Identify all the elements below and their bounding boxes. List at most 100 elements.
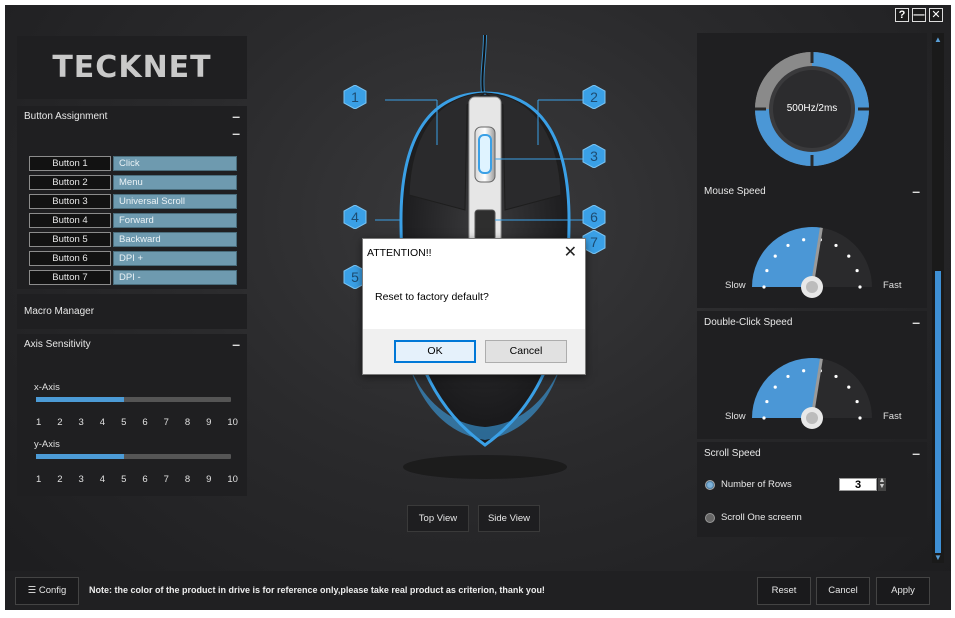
scroll-speed-title: Scroll Speed: [704, 447, 761, 459]
right-scrollbar[interactable]: ▲ ▼: [932, 33, 944, 563]
double-click-speed-header: Double-Click Speed –: [697, 311, 927, 333]
axis-tick-label: 8: [184, 474, 191, 485]
menu-lines-icon: ☰: [27, 585, 37, 596]
dialog-message: Reset to factory default?: [375, 291, 489, 303]
collapse-icon[interactable]: –: [232, 109, 240, 123]
collapse-icon[interactable]: –: [912, 446, 920, 460]
macro-manager-panel[interactable]: Macro Manager: [17, 294, 247, 329]
double-click-slow-label: Slow: [725, 411, 746, 422]
button-assignment-header: Button Assignment –: [17, 106, 247, 126]
axis-tick-label: 4: [99, 474, 106, 485]
double-click-speed-gauge[interactable]: [697, 333, 927, 439]
cancel-button[interactable]: Cancel: [816, 577, 870, 605]
gauge-dot: [773, 385, 777, 389]
button-function-select[interactable]: Universal Scroll: [113, 194, 237, 209]
button-name-label: Button 5: [29, 232, 111, 247]
number-of-rows-radio[interactable]: Number of Rows: [705, 479, 792, 490]
gauge-dot: [855, 399, 859, 404]
button-function-select[interactable]: Backward: [113, 232, 237, 247]
radio-unselected-icon: [705, 512, 715, 523]
axis-tick-label: 1: [36, 474, 42, 485]
polling-rate-panel: 500Hz/2ms: [697, 33, 927, 180]
button-assignment-row: Button 2 Menu: [29, 175, 237, 190]
collapse-icon[interactable]: –: [912, 184, 920, 198]
callout-marker-2[interactable]: 2: [582, 85, 606, 109]
polling-rate-value: 500Hz/2ms: [786, 103, 838, 114]
button-function-select[interactable]: Menu: [113, 175, 237, 190]
axis-tick-label: 4: [99, 417, 106, 428]
scroll-speed-header: Scroll Speed –: [697, 442, 927, 464]
dialog-close-icon[interactable]: ✕: [564, 242, 577, 262]
minimize-button[interactable]: —: [912, 8, 926, 22]
gauge-dot: [762, 285, 766, 289]
mouse-speed-slow-label: Slow: [725, 280, 746, 291]
axis-tick-label: 6: [142, 417, 148, 428]
callout-marker-4[interactable]: 4: [343, 205, 367, 229]
button-assignment-row: Button 7 DPI -: [29, 270, 237, 285]
y-axis-slider[interactable]: [36, 454, 231, 459]
scrollbar-thumb[interactable]: [935, 271, 941, 553]
double-click-speed-panel: Double-Click Speed – Slow Fast: [697, 311, 927, 439]
scroll-up-arrow-icon[interactable]: ▲: [934, 35, 942, 44]
macro-manager-header[interactable]: Macro Manager: [17, 294, 247, 329]
callout-marker-6[interactable]: 6: [582, 205, 606, 229]
button-function-select[interactable]: DPI -: [113, 270, 237, 285]
callout-number: 1: [351, 89, 359, 105]
axis-tick-label: 6: [142, 474, 148, 485]
dialog-title: ATTENTION!!: [367, 247, 432, 259]
apply-button[interactable]: Apply: [876, 577, 930, 605]
axis-tick-label: 1: [36, 417, 42, 428]
axis-tick-label: 10: [227, 417, 238, 428]
y-axis-slider-fill: [36, 454, 124, 459]
gauge-dot: [802, 238, 806, 242]
button-assignment-row: Button 5 Backward: [29, 232, 237, 247]
config-button[interactable]: ☰ Config: [15, 577, 79, 605]
callout-number: 6: [590, 209, 598, 225]
axis-tick-label: 5: [121, 474, 127, 485]
gauge-hub-inner: [806, 412, 818, 424]
callout-marker-1[interactable]: 1: [343, 85, 367, 109]
gauge-dot: [773, 254, 777, 258]
y-axis-ticks: 1 2 3 4 5 6 7 8 9 10: [36, 474, 238, 485]
gauge-dot: [786, 374, 790, 379]
scroll-down-arrow-icon[interactable]: ▼: [934, 553, 942, 562]
top-view-button[interactable]: Top View: [407, 505, 469, 532]
close-window-button[interactable]: ✕: [929, 8, 943, 22]
mouse-speed-fast-label: Fast: [883, 280, 902, 291]
collapse-icon[interactable]: –: [232, 126, 240, 140]
scroll-speed-panel: Scroll Speed – Number of Rows 3 ▲ ▼ Scrol…: [697, 442, 927, 537]
x-axis-label: x-Axis: [34, 382, 60, 393]
callout-number: 3: [590, 148, 598, 164]
gauge-dot: [786, 243, 790, 248]
macro-manager-title: Macro Manager: [24, 306, 95, 317]
callout-marker-3[interactable]: 3: [582, 144, 606, 168]
axis-tick-label: 3: [78, 474, 84, 485]
rows-count-input[interactable]: 3: [839, 478, 877, 491]
button-assignment-title: Button Assignment: [24, 110, 108, 122]
button-function-select[interactable]: Forward: [113, 213, 237, 228]
axis-tick-label: 9: [206, 474, 212, 485]
y-axis-label: y-Axis: [34, 439, 60, 450]
collapse-icon[interactable]: –: [232, 337, 240, 351]
window-controls: ? — ✕: [895, 8, 943, 22]
rows-spinner[interactable]: ▲ ▼: [878, 477, 886, 491]
axis-sensitivity-title: Axis Sensitivity: [24, 338, 91, 350]
button-function-select[interactable]: DPI +: [113, 251, 237, 266]
dialog-cancel-button[interactable]: Cancel: [485, 340, 567, 363]
button-function-select[interactable]: Click: [113, 156, 237, 171]
help-button[interactable]: ?: [895, 8, 909, 22]
axis-tick-label: 3: [78, 417, 84, 428]
scroll-one-screen-radio[interactable]: Scroll One screenn: [705, 512, 802, 523]
axis-tick-label: 8: [184, 417, 191, 428]
x-axis-slider[interactable]: [36, 397, 231, 402]
gauge-dot: [847, 254, 851, 258]
mouse-speed-panel: Mouse Speed – Slow Fast: [697, 180, 927, 308]
logo-panel: TECKNET: [17, 36, 247, 99]
mouse-speed-gauge[interactable]: [697, 202, 927, 308]
button-assignment-row: Button 6 DPI +: [29, 251, 237, 266]
collapse-icon[interactable]: –: [912, 315, 920, 329]
reset-button[interactable]: Reset: [757, 577, 811, 605]
side-view-button[interactable]: Side View: [478, 505, 540, 532]
axis-tick-label: 10: [227, 474, 238, 485]
dialog-ok-button[interactable]: OK: [394, 340, 476, 363]
